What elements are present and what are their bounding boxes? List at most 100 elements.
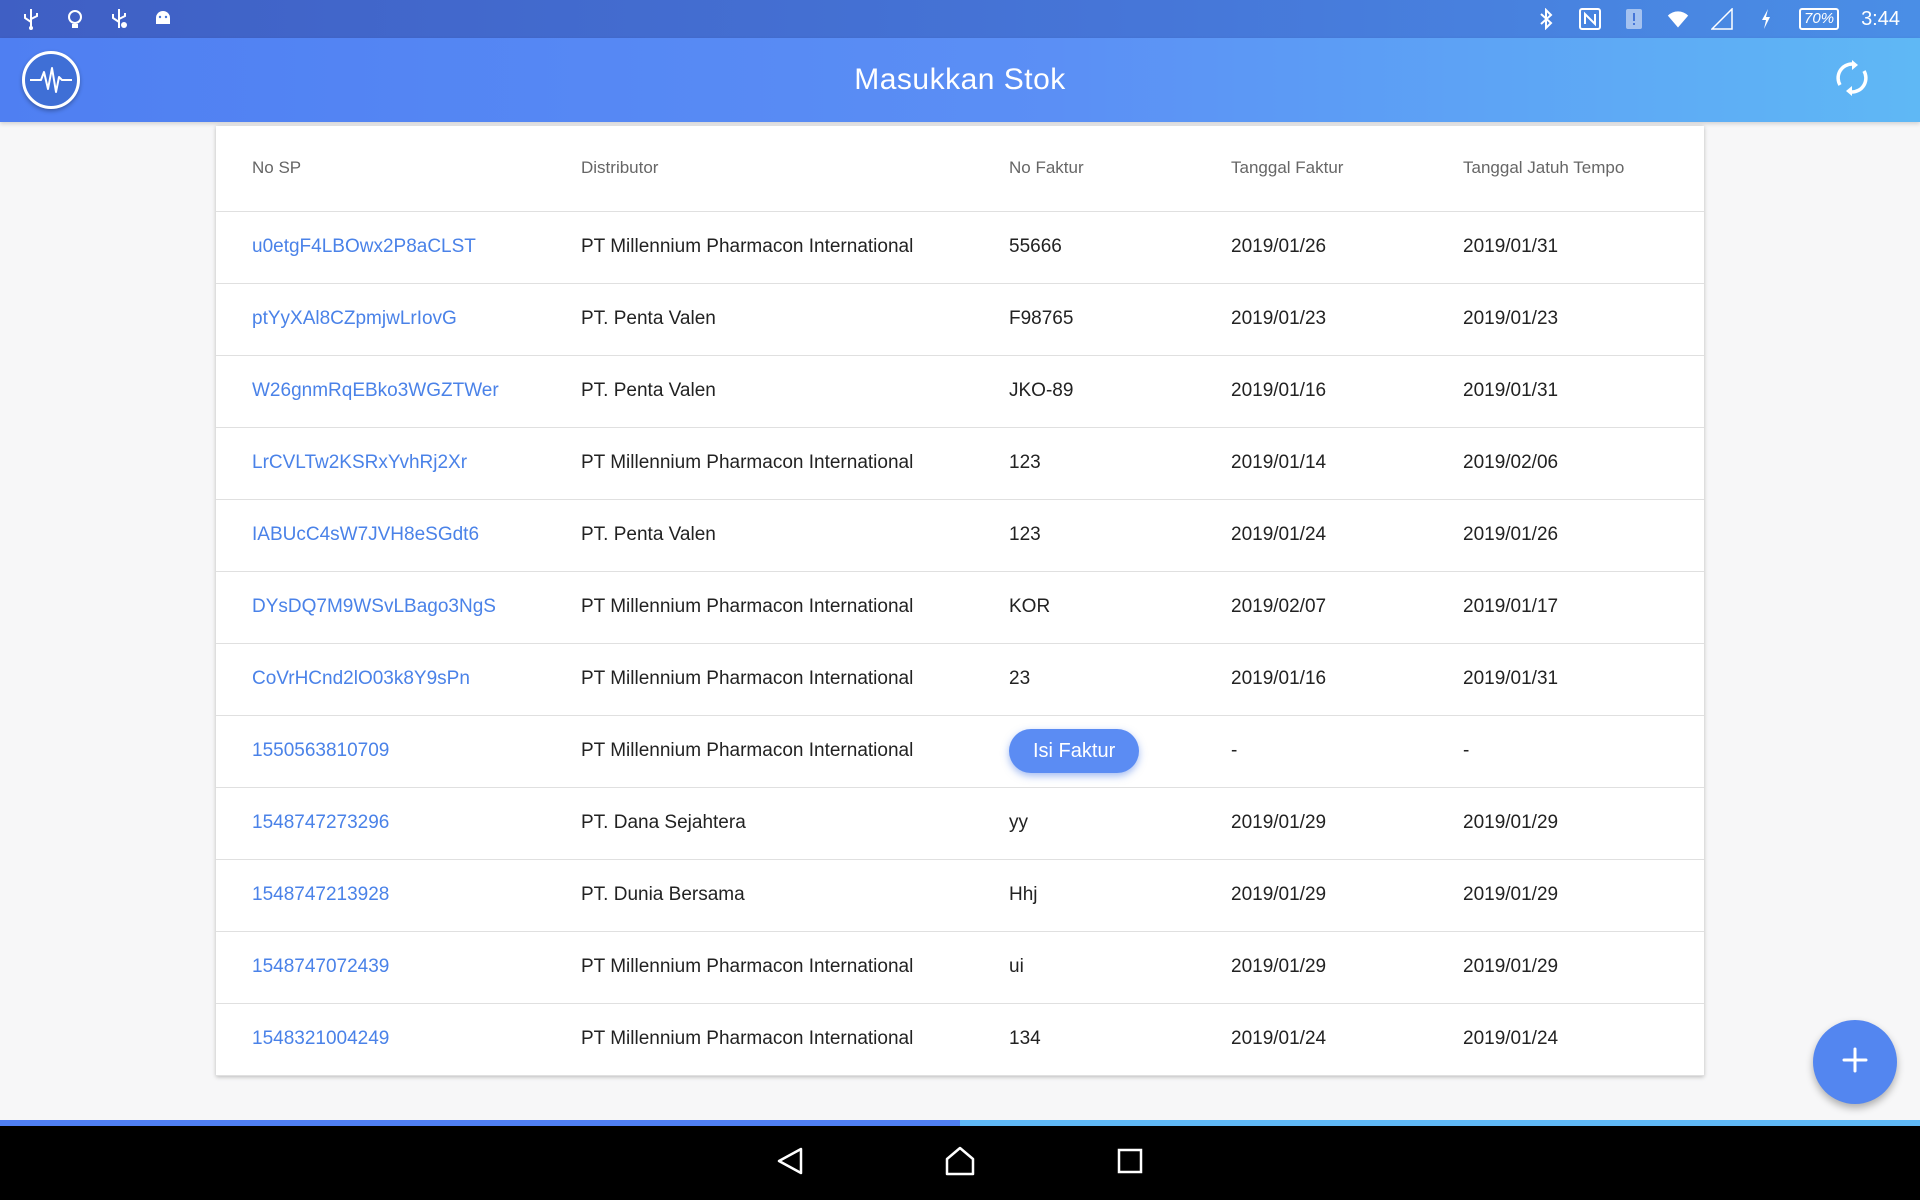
jatuh-tempo-cell: 2019/01/29 [1427,859,1704,932]
no-faktur-cell: F98765 [973,283,1195,356]
no-sp-link[interactable]: IABUcC4sW7JVH8eSGdt6 [216,499,545,572]
tanggal-faktur-cell: 2019/02/07 [1195,571,1427,644]
recents-button[interactable] [1110,1143,1150,1183]
no-faktur-cell: yy [973,787,1195,860]
home-button[interactable] [940,1143,980,1183]
tanggal-faktur-cell: 2019/01/24 [1195,1003,1427,1076]
no-sp-link[interactable]: u0etgF4LBOwx2P8aCLST [216,211,545,284]
no-faktur-cell: 123 [973,499,1195,572]
distributor-cell: PT Millennium Pharmacon International [545,1003,973,1076]
table-row: 1548747213928 PT. Dunia Bersama Hhj 2019… [216,859,1704,932]
add-stock-button[interactable] [1813,1020,1897,1104]
usb-icon [20,8,42,30]
tanggal-faktur-cell: 2019/01/26 [1195,211,1427,284]
table-row: u0etgF4LBOwx2P8aCLST PT Millennium Pharm… [216,211,1704,284]
jatuh-tempo-cell: - [1427,715,1704,788]
refresh-icon [1834,59,1870,101]
tanggal-faktur-cell: 2019/01/29 [1195,787,1427,860]
jatuh-tempo-cell: 2019/01/24 [1427,1003,1704,1076]
tanggal-faktur-cell: - [1195,715,1427,788]
wifi-icon [1667,8,1689,30]
table-row: 1548321004249 PT Millennium Pharmacon In… [216,1003,1704,1076]
distributor-cell: PT. Dana Sejahtera [545,787,973,860]
back-icon [775,1146,805,1181]
table-header-row: No SP Distributor No Faktur Tanggal Fakt… [216,126,1704,212]
distributor-cell: PT Millennium Pharmacon International [545,427,973,500]
alert-icon [1623,8,1645,30]
battery-level: 70% [1799,8,1840,30]
jatuh-tempo-cell: 2019/01/31 [1427,355,1704,428]
jatuh-tempo-cell: 2019/01/26 [1427,499,1704,572]
no-faktur-cell: KOR [973,571,1195,644]
no-sp-link[interactable]: LrCVLTw2KSRxYvhRj2Xr [216,427,545,500]
no-sp-link[interactable]: DYsDQ7M9WSvLBago3NgS [216,571,545,644]
no-sp-link[interactable]: 1548747213928 [216,859,545,932]
jatuh-tempo-cell: 2019/01/23 [1427,283,1704,356]
table-row: 1548747273296 PT. Dana Sejahtera yy 2019… [216,787,1704,860]
distributor-cell: PT. Penta Valen [545,283,973,356]
app-bar: Masukkan Stok [0,38,1920,122]
refresh-button[interactable] [1832,59,1872,101]
bulb-icon [64,8,86,30]
tanggal-faktur-cell: 2019/01/23 [1195,283,1427,356]
header-no-sp[interactable]: No SP [216,126,545,212]
header-distributor[interactable]: Distributor [545,126,973,212]
charging-icon [1755,8,1777,30]
status-bar-right: 70% 3:44 [1535,8,1900,31]
jatuh-tempo-cell: 2019/01/31 [1427,211,1704,284]
tanggal-faktur-cell: 2019/01/24 [1195,499,1427,572]
no-faktur-cell: JKO-89 [973,355,1195,428]
no-faktur-cell: 123 [973,427,1195,500]
tanggal-faktur-cell: 2019/01/14 [1195,427,1427,500]
header-no-faktur[interactable]: No Faktur [973,126,1195,212]
table-row: 1550563810709 PT Millennium Pharmacon In… [216,715,1704,788]
distributor-cell: PT Millennium Pharmacon International [545,715,973,788]
header-tanggal-faktur[interactable]: Tanggal Faktur [1195,126,1427,212]
android-icon [152,8,174,30]
tanggal-faktur-cell: 2019/01/16 [1195,643,1427,716]
header-tanggal-jatuh-tempo[interactable]: Tanggal Jatuh Tempo [1427,126,1704,212]
tanggal-faktur-cell: 2019/01/29 [1195,931,1427,1004]
pulse-logo-icon[interactable] [22,51,80,109]
no-faktur-cell: Hhj [973,859,1195,932]
nfc-icon [1579,8,1602,30]
no-faktur-cell: ui [973,931,1195,1004]
distributor-cell: PT. Penta Valen [545,355,973,428]
distributor-cell: PT Millennium Pharmacon International [545,643,973,716]
distributor-cell: PT. Penta Valen [545,499,973,572]
status-bar-left [20,8,174,30]
distributor-cell: PT Millennium Pharmacon International [545,211,973,284]
table-row: CoVrHCnd2lO03k8Y9sPn PT Millennium Pharm… [216,643,1704,716]
distributor-cell: PT Millennium Pharmacon International [545,571,973,644]
jatuh-tempo-cell: 2019/01/31 [1427,643,1704,716]
no-faktur-cell: 23 [973,643,1195,716]
jatuh-tempo-cell: 2019/01/29 [1427,787,1704,860]
system-nav-bar [0,1126,1920,1200]
bluetooth-icon [1535,8,1557,30]
page-title: Masukkan Stok [854,63,1066,96]
distributor-cell: PT Millennium Pharmacon International [545,931,973,1004]
no-sp-link[interactable]: 1548321004249 [216,1003,545,1076]
back-button[interactable] [770,1143,810,1183]
jatuh-tempo-cell: 2019/01/29 [1427,931,1704,1004]
home-icon [944,1146,976,1181]
no-sp-link[interactable]: W26gnmRqEBko3WGZTWer [216,355,545,428]
stock-table: No SP Distributor No Faktur Tanggal Fakt… [216,126,1704,1076]
no-sp-link[interactable]: 1548747072439 [216,931,545,1004]
distributor-cell: PT. Dunia Bersama [545,859,973,932]
no-sp-link[interactable]: CoVrHCnd2lO03k8Y9sPn [216,643,545,716]
recents-icon [1117,1148,1143,1179]
jatuh-tempo-cell: 2019/01/17 [1427,571,1704,644]
table-row: LrCVLTw2KSRxYvhRj2Xr PT Millennium Pharm… [216,427,1704,500]
table-row: DYsDQ7M9WSvLBago3NgS PT Millennium Pharm… [216,571,1704,644]
plus-icon [1841,1046,1869,1079]
no-faktur-cell: Isi Faktur [973,715,1195,788]
no-sp-link[interactable]: 1548747273296 [216,787,545,860]
no-sp-link[interactable]: ptYyXAl8CZpmjwLrIovG [216,283,545,356]
signal-icon [1711,8,1733,30]
isi-faktur-button[interactable]: Isi Faktur [1009,729,1140,773]
usb-debug-icon [108,8,130,30]
table-row: W26gnmRqEBko3WGZTWer PT. Penta Valen JKO… [216,355,1704,428]
no-sp-link[interactable]: 1550563810709 [216,715,545,788]
jatuh-tempo-cell: 2019/02/06 [1427,427,1704,500]
